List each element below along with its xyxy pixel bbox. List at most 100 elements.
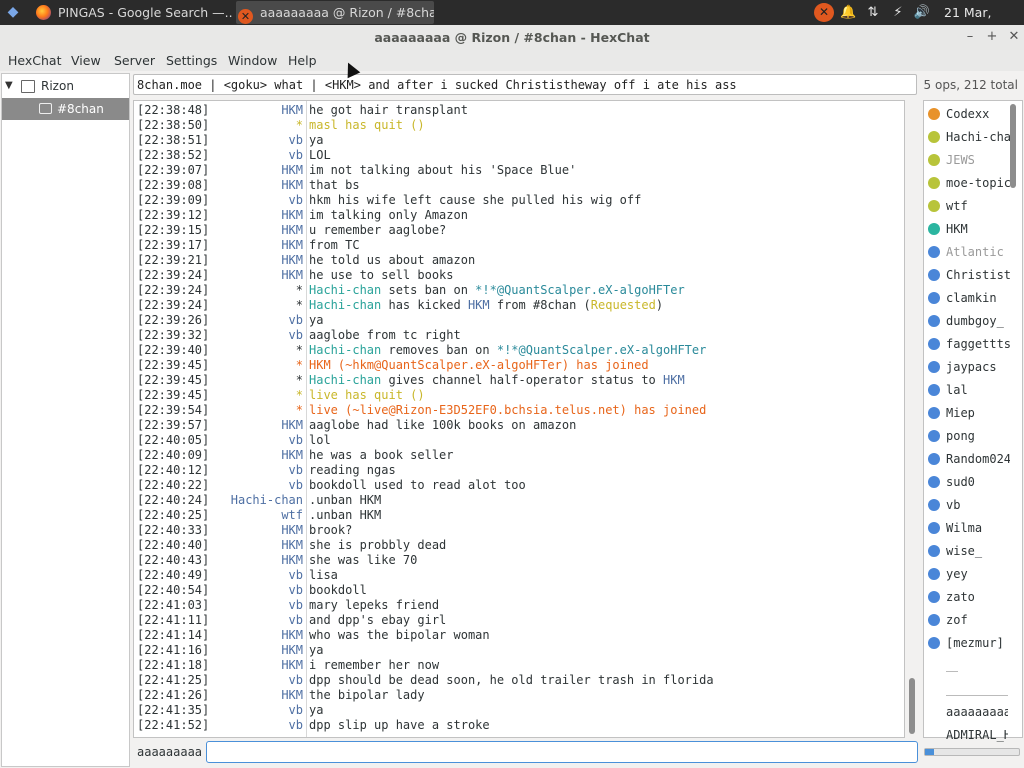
nick[interactable]: HKM xyxy=(214,253,303,268)
taskbar-item-browser[interactable]: PINGAS - Google Search —... xyxy=(36,1,232,24)
nick[interactable]: HKM xyxy=(214,268,303,283)
minimize-icon[interactable]: – xyxy=(960,27,980,47)
nick[interactable]: HKM xyxy=(214,523,303,538)
tree-item-server[interactable]: ▼ Rizon xyxy=(2,75,129,97)
nick[interactable]: HKM xyxy=(214,103,303,118)
user-list-item[interactable]: Atlantic xyxy=(924,241,1010,264)
user-list-item[interactable]: Christist xyxy=(924,264,1010,287)
user-list-item[interactable]: dumbgoy_ xyxy=(924,310,1010,333)
clock[interactable]: 21 Mar, 22:42 xyxy=(944,0,1024,45)
taskbar-item-hexchat[interactable]: ✕ aaaaaaaaa @ Rizon / #8cha... xyxy=(236,1,434,24)
menu-help[interactable]: Help xyxy=(288,50,317,71)
nick[interactable]: vb xyxy=(214,583,303,598)
menu-settings[interactable]: Settings xyxy=(166,50,217,71)
user-list-item[interactable]: wtf xyxy=(924,195,1010,218)
volume-icon[interactable]: 🔊 xyxy=(912,3,932,22)
user-list-item[interactable]: HKM xyxy=(924,218,1010,241)
nick[interactable]: vb xyxy=(214,703,303,718)
nick[interactable]: HKM xyxy=(214,418,303,433)
user-list-item[interactable]: sud0 xyxy=(924,471,1010,494)
nick[interactable]: vb xyxy=(214,328,303,343)
menu-server[interactable]: Server xyxy=(114,50,155,71)
menu-icon[interactable]: ◆ xyxy=(4,4,22,21)
nick[interactable]: vb xyxy=(214,463,303,478)
chat-log[interactable]: [22:38:48] HKM he got hair transplant [22:3… xyxy=(133,100,905,738)
nick[interactable]: vb xyxy=(214,133,303,148)
chevron-down-icon[interactable]: ▼ xyxy=(5,75,13,97)
nick[interactable]: HKM xyxy=(214,208,303,223)
menu-hexchat[interactable]: HexChat xyxy=(8,50,61,71)
nick[interactable]: vb xyxy=(214,478,303,493)
user-list-item[interactable]: Wilma xyxy=(924,517,1010,540)
menu-window[interactable]: Window xyxy=(228,50,277,71)
close-icon[interactable]: ✕ xyxy=(1004,27,1024,47)
user-list-item[interactable]: [mezmur] xyxy=(924,632,1010,655)
tree-item-channel[interactable]: #8chan xyxy=(2,98,129,120)
scrollbar-thumb[interactable] xyxy=(909,678,915,734)
user-list-item[interactable]: zof xyxy=(924,609,1010,632)
user-list-item[interactable]: Codexx xyxy=(924,103,1010,126)
network-icon[interactable]: ⇅ xyxy=(864,3,882,22)
user-list[interactable]: Codexx Hachi-chan JEWS moe-topic wtf HKM Atlan… xyxy=(923,100,1023,738)
nick[interactable]: * xyxy=(214,358,303,373)
user-list-item[interactable]: zato xyxy=(924,586,1010,609)
nick[interactable]: * xyxy=(214,388,303,403)
nick[interactable]: vb xyxy=(214,673,303,688)
nick[interactable]: * xyxy=(214,118,303,133)
window-titlebar[interactable]: aaaaaaaaa @ Rizon / #8chan - HexChat – +… xyxy=(0,25,1024,51)
userlist-scrollbar[interactable] xyxy=(1010,104,1016,188)
user-list-item[interactable]: Random024 xyxy=(924,448,1010,471)
user-list-item[interactable]: yey xyxy=(924,563,1010,586)
nick[interactable]: * xyxy=(214,298,303,313)
nick[interactable]: HKM xyxy=(214,448,303,463)
user-list-item[interactable]: pong xyxy=(924,425,1010,448)
maximize-icon[interactable]: + xyxy=(982,27,1002,47)
user-list-item[interactable]: lal xyxy=(924,379,1010,402)
user-list-item[interactable]: clamkin xyxy=(924,287,1010,310)
user-list-item[interactable]: jaypacs xyxy=(924,356,1010,379)
nick[interactable]: HKM xyxy=(214,163,303,178)
nick[interactable]: vb xyxy=(214,193,303,208)
nick[interactable]: HKM xyxy=(214,658,303,673)
chat-scrollbar[interactable] xyxy=(905,100,919,736)
nick[interactable]: vb xyxy=(214,718,303,733)
user-list-item[interactable]: vb xyxy=(924,494,1010,517)
menu-view[interactable]: View xyxy=(71,50,101,71)
chat-line: [22:39:45] * Hachi-chan gives channel half… xyxy=(134,373,902,388)
nick[interactable]: wtf xyxy=(214,508,303,523)
nick[interactable]: * xyxy=(214,283,303,298)
user-list-item[interactable]: JEWS xyxy=(924,149,1010,172)
nick[interactable]: HKM xyxy=(214,538,303,553)
nick[interactable]: HKM xyxy=(214,688,303,703)
message-input[interactable] xyxy=(206,741,918,763)
nick[interactable]: HKM xyxy=(214,643,303,658)
nick[interactable]: HKM xyxy=(214,178,303,193)
nick[interactable]: HKM xyxy=(214,238,303,253)
nick[interactable]: vb xyxy=(214,313,303,328)
nick[interactable]: vb xyxy=(214,613,303,628)
nick[interactable]: HKM xyxy=(214,628,303,643)
nick[interactable]: * xyxy=(214,403,303,418)
nick[interactable]: vb xyxy=(214,148,303,163)
nick[interactable]: * xyxy=(214,373,303,388)
bell-icon[interactable]: 🔔 xyxy=(840,3,856,22)
timestamp: [22:40:05] xyxy=(137,433,210,447)
user-list-item[interactable]: wise_ xyxy=(924,540,1010,563)
chat-line: [22:40:49] vb lisa xyxy=(134,568,902,583)
user-list-item[interactable]: Miep xyxy=(924,402,1010,425)
nick-button[interactable]: aaaaaaaaa xyxy=(137,742,202,762)
timestamp: [22:40:40] xyxy=(137,538,210,552)
nick[interactable]: vb xyxy=(214,433,303,448)
nick[interactable]: HKM xyxy=(214,223,303,238)
user-list-item[interactable]: moe-topic xyxy=(924,172,1010,195)
topic-field[interactable]: 8chan.moe | <goku> what | <HKM> and afte… xyxy=(133,74,917,95)
nick[interactable]: * xyxy=(214,343,303,358)
user-list-item[interactable]: Hachi-chan xyxy=(924,126,1010,149)
nick[interactable]: vb xyxy=(214,568,303,583)
hexchat-icon[interactable]: ✕ xyxy=(814,3,834,22)
power-icon[interactable]: ⚡ xyxy=(889,3,907,22)
nick[interactable]: HKM xyxy=(214,553,303,568)
nick[interactable]: vb xyxy=(214,598,303,613)
nick[interactable]: Hachi-chan xyxy=(214,493,303,508)
user-list-item[interactable]: faggettts xyxy=(924,333,1010,356)
